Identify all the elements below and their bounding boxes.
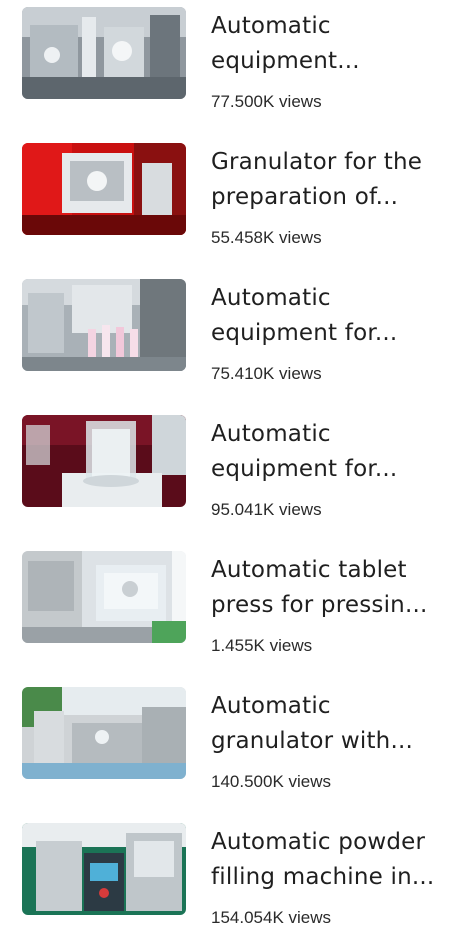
video-title[interactable]: Automatic granulator with... <box>211 689 446 759</box>
video-thumbnail[interactable] <box>22 143 186 235</box>
video-thumbnail[interactable] <box>22 823 186 915</box>
video-title[interactable]: Automatic equipment for... <box>211 417 446 487</box>
video-thumbnail[interactable] <box>22 7 186 99</box>
video-title[interactable]: Automatic equipment... <box>211 9 446 79</box>
video-item[interactable]: Automatic equipment for... 95.041K views <box>0 415 463 535</box>
stirrer-thumbnail-icon <box>22 415 186 507</box>
granulator-thumbnail-icon <box>22 143 186 235</box>
video-item[interactable]: Automatic granulator with... 140.500K vi… <box>0 687 463 807</box>
view-count: 1.455K views <box>211 636 313 655</box>
view-count: 154.054K views <box>211 908 332 927</box>
video-item[interactable]: Automatic equipment for... 75.410K views <box>0 279 463 399</box>
video-title[interactable]: Automatic powder filling machine in... <box>211 825 446 895</box>
view-count: 140.500K views <box>211 772 332 791</box>
powder-filler-thumbnail-icon <box>22 823 186 915</box>
video-title[interactable]: Granulator for the preparation of... <box>211 145 446 215</box>
video-thumbnail[interactable] <box>22 415 186 507</box>
video-title[interactable]: Automatic tablet press for pressin... <box>211 553 446 623</box>
video-item[interactable]: Granulator for the preparation of... 55.… <box>0 143 463 263</box>
video-item[interactable]: Automatic equipment... 77.500K views <box>0 7 463 127</box>
machine-thumbnail-icon <box>22 7 186 99</box>
tube-filling-thumbnail-icon <box>22 279 186 371</box>
video-title[interactable]: Automatic equipment for... <box>211 281 446 351</box>
video-item[interactable]: Automatic powder filling machine in... 1… <box>0 823 463 943</box>
tablet-press-thumbnail-icon <box>22 551 186 643</box>
view-count: 75.410K views <box>211 364 322 383</box>
view-count: 95.041K views <box>211 500 322 519</box>
video-thumbnail[interactable] <box>22 279 186 371</box>
view-count: 77.500K views <box>211 92 322 111</box>
video-item[interactable]: Automatic tablet press for pressin... 1.… <box>0 551 463 671</box>
video-thumbnail[interactable] <box>22 687 186 779</box>
video-thumbnail[interactable] <box>22 551 186 643</box>
view-count: 55.458K views <box>211 228 322 247</box>
granulator-line-thumbnail-icon <box>22 687 186 779</box>
